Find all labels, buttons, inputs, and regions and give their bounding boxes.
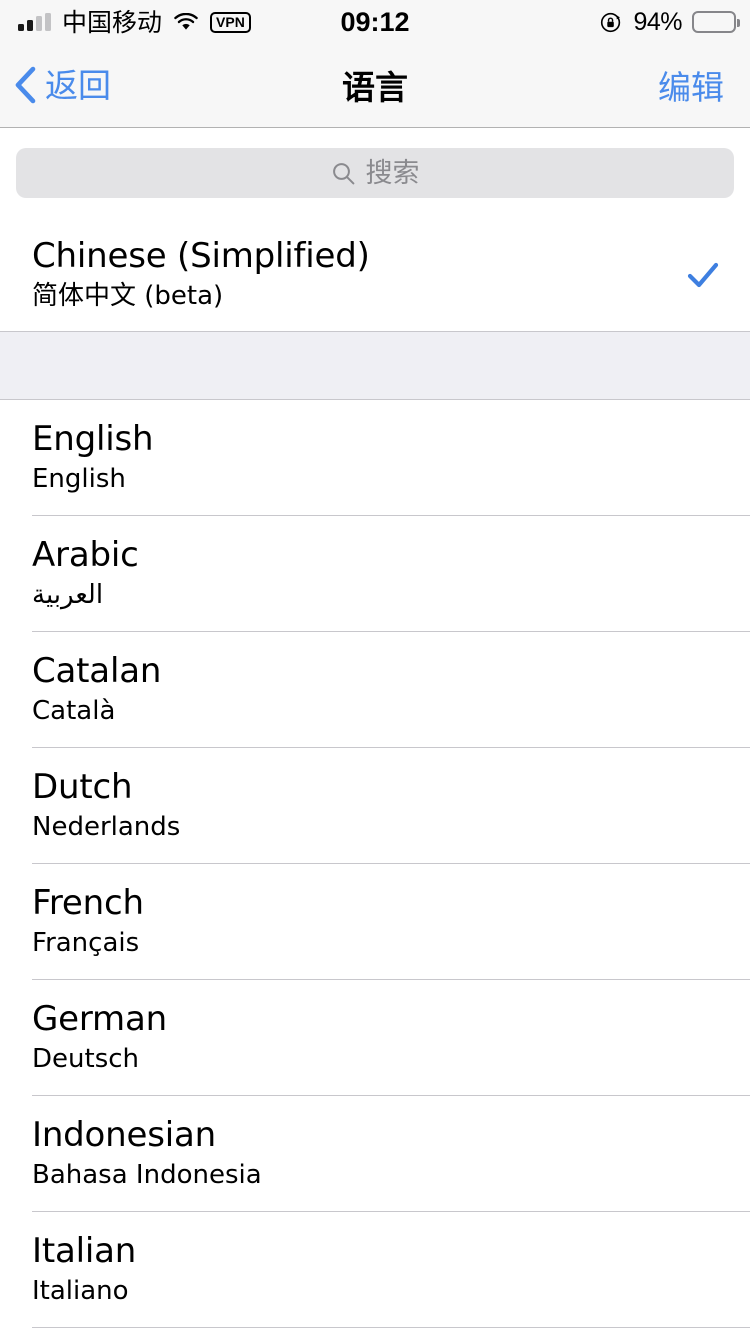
table-row[interactable]: Italian Italiano [0,1212,750,1328]
language-native-name: Nederlands [32,811,181,842]
row-separator [32,1327,750,1328]
search-input[interactable]: 搜索 [16,148,734,198]
table-row[interactable]: English English [0,400,750,516]
language-settings-screen: 中国移动 VPN 09:12 94% 返回 语言 编辑 搜索 Chinese (… [0,0,750,1334]
language-name: Indonesian [32,1114,216,1155]
language-name: Catalan [32,650,162,691]
table-row[interactable]: Indonesian Bahasa Indonesia [0,1096,750,1212]
language-name: Arabic [32,534,139,575]
selected-language-section: Chinese (Simplified) 简体中文 (beta) [0,217,750,333]
battery-percentage: 94% [633,7,682,36]
search-placeholder: 搜索 [365,157,420,189]
language-native-name: Català [32,695,116,726]
edit-button[interactable]: 编辑 [658,44,724,126]
language-name: English [32,418,154,459]
rotation-lock-icon [600,11,623,34]
section-gap [0,331,750,400]
language-name: German [32,998,167,1039]
battery-icon [692,11,740,33]
search-bar-container: 搜索 [0,129,750,217]
language-name: Chinese (Simplified) [32,235,370,276]
available-languages-section: English English Arabic العربية Catalan C… [0,400,750,1328]
table-row[interactable]: French Français [0,864,750,980]
table-row[interactable]: Chinese (Simplified) 简体中文 (beta) [0,217,750,333]
language-native-name: Deutsch [32,1043,140,1074]
language-native-name: العربية [32,579,104,610]
language-name: French [32,882,144,923]
status-bar-right: 94% [600,7,740,37]
page-title: 语言 [342,68,408,107]
language-native-name: Français [32,927,140,958]
language-native-name: Italiano [32,1275,129,1306]
language-name: Italian [32,1230,137,1271]
language-native-name: 简体中文 (beta) [32,280,224,311]
table-row[interactable]: German Deutsch [0,980,750,1096]
table-row[interactable]: Dutch Nederlands [0,748,750,864]
table-row[interactable]: Catalan Català [0,632,750,748]
language-name: Dutch [32,766,133,807]
language-native-name: Bahasa Indonesia [32,1159,262,1190]
battery-cap [737,19,740,27]
search-icon [331,161,356,186]
status-bar: 中国移动 VPN 09:12 94% [0,0,750,44]
table-row[interactable]: Arabic العربية [0,516,750,632]
language-native-name: English [32,463,126,494]
navigation-bar: 返回 语言 编辑 [0,44,750,128]
